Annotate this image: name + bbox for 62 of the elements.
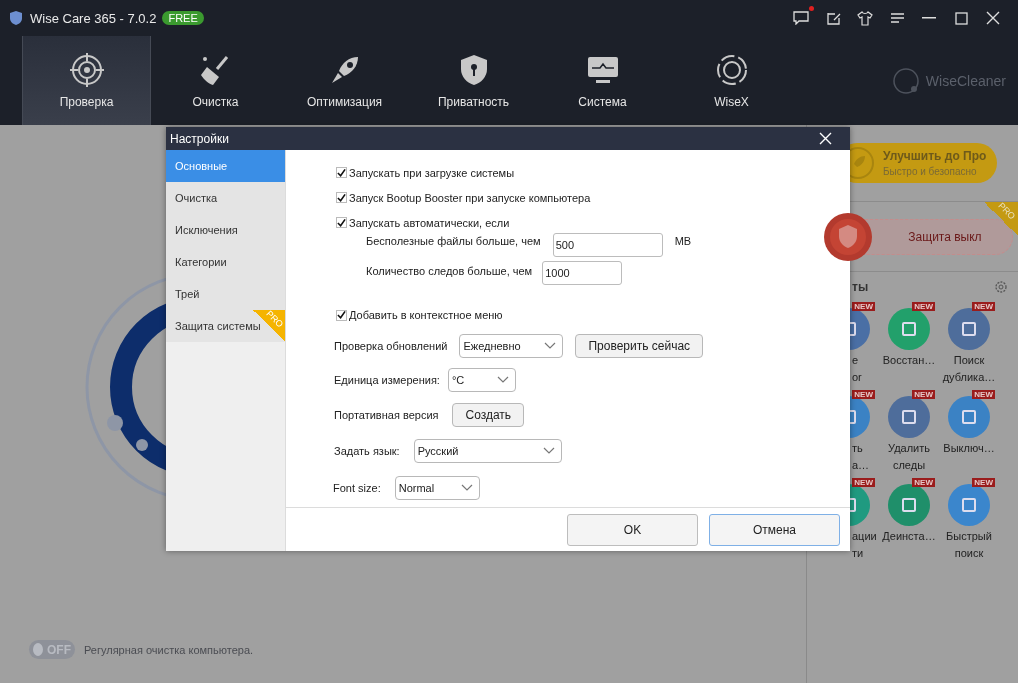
- dialog-button[interactable]: Отмена: [709, 513, 840, 546]
- input-field[interactable]: 500: [552, 233, 663, 257]
- tool-item[interactable]: NEW Быстрый поиск: [939, 478, 999, 560]
- nav-tab[interactable]: Проверка: [22, 36, 151, 125]
- unit-dropdown[interactable]: °C: [447, 368, 516, 392]
- checkbox[interactable]: Добавить в контекстное меню: [336, 301, 503, 329]
- create-button[interactable]: Создать: [452, 403, 525, 427]
- swirl-icon: [714, 52, 749, 87]
- settings-icon[interactable]: [994, 280, 1008, 294]
- shield-logo-icon: [8, 10, 24, 26]
- window-title: Wise Care 365 - 7.0.2: [30, 10, 157, 26]
- dialog-button[interactable]: OK: [567, 513, 698, 546]
- maximize-button[interactable]: [952, 9, 970, 27]
- unit-label: MB: [674, 235, 692, 247]
- tool-item[interactable]: NEW Деинста…: [879, 478, 939, 560]
- checkmark-icon: [337, 217, 346, 228]
- dialog-title: Настройки: [170, 131, 229, 146]
- tool-item[interactable]: NEW Восстан…: [879, 302, 939, 384]
- chevron-down-icon: [460, 484, 473, 492]
- minimize-icon: [922, 17, 936, 19]
- tool-item[interactable]: NEW Выключ…: [939, 390, 999, 472]
- sidebar-item[interactable]: Трей: [166, 278, 285, 310]
- close-button[interactable]: [819, 132, 832, 145]
- nav-tab[interactable]: Система: [538, 36, 667, 125]
- sidebar-item[interactable]: Очистка: [166, 182, 285, 214]
- checkbox[interactable]: Запускать при загрузке системы: [336, 160, 515, 185]
- field-label: Проверка обновлений: [334, 340, 448, 352]
- checkmark-icon: [337, 310, 346, 320]
- font-size-dropdown[interactable]: Normal: [394, 476, 480, 500]
- nav-tab[interactable]: Очистка: [151, 36, 280, 125]
- checkbox[interactable]: Запускать автоматически, если: [336, 210, 510, 235]
- close-button[interactable]: [984, 9, 1002, 27]
- language-dropdown[interactable]: Русский: [413, 439, 562, 463]
- chevron-down-icon: [542, 447, 555, 455]
- field-label: Портативная версия: [334, 409, 439, 421]
- field-label: Единица измерения:: [334, 374, 440, 386]
- tool-item[interactable]: NEW Поиск дублика…: [939, 302, 999, 384]
- logo-icon: [891, 66, 920, 95]
- chevron-down-icon: [496, 376, 509, 384]
- field-label: Бесполезные файлы больше, чем: [366, 235, 541, 247]
- input-field[interactable]: 1000: [542, 261, 623, 285]
- nav-tab[interactable]: Оптимизация: [280, 36, 409, 125]
- shirt-button[interactable]: [856, 9, 874, 27]
- chevron-down-icon: [544, 342, 557, 350]
- crosshair-icon: [69, 52, 104, 87]
- sidebar-item[interactable]: Исключения: [166, 214, 285, 246]
- checkbox[interactable]: Запуск Bootup Booster при запуске компьютера: [336, 185, 591, 210]
- checkmark-icon: [337, 192, 346, 203]
- nav-tab[interactable]: WiseX: [667, 36, 796, 125]
- checkmark-icon: [337, 167, 346, 178]
- sidebar-item[interactable]: Категории: [166, 246, 285, 278]
- edition-badge: FREE: [162, 11, 204, 25]
- field-label: Задать язык:: [334, 445, 400, 457]
- field-label: Количество следов больше, чем: [366, 265, 533, 277]
- nav-tab[interactable]: Приватность: [409, 36, 538, 125]
- check-now-button[interactable]: Проверить сейчас: [575, 334, 704, 358]
- brand-name: WiseCleaner: [925, 72, 1006, 89]
- field-label: Font size:: [333, 482, 381, 494]
- schedule-label: Регулярная очистка компьютера.: [84, 643, 254, 656]
- tool-item[interactable]: NEW Удалить следы: [879, 390, 939, 472]
- tools-heading: ты: [852, 280, 869, 294]
- frequency-dropdown[interactable]: Ежедневно: [459, 334, 564, 358]
